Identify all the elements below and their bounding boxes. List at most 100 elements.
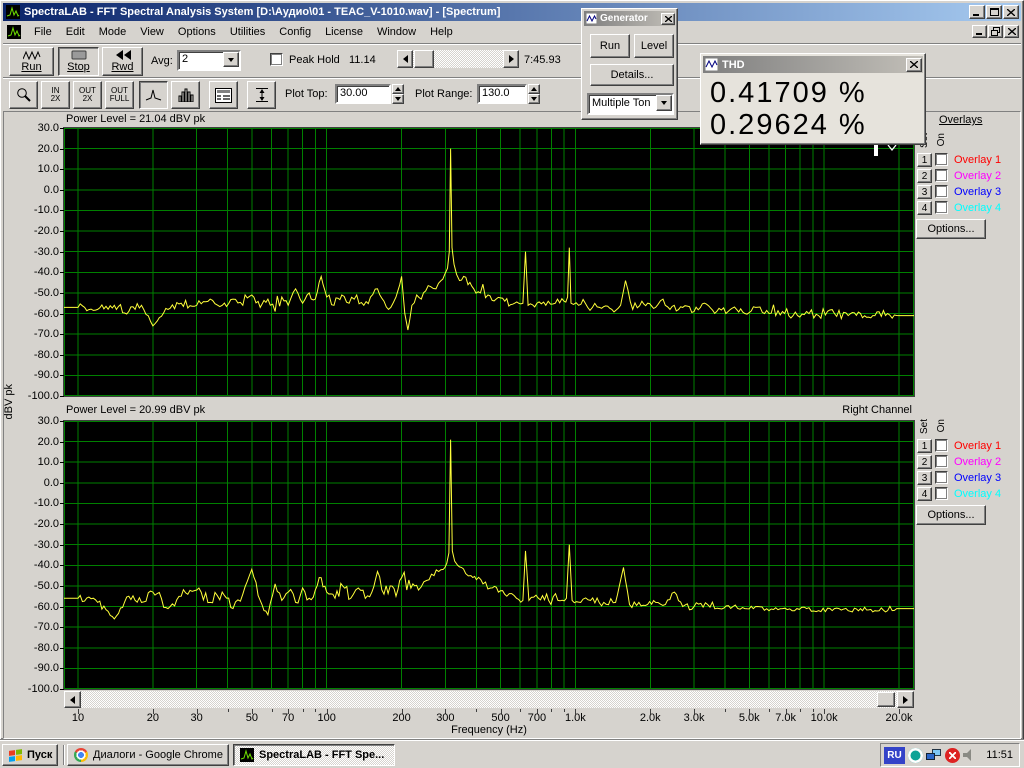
menu-item-help[interactable]: Help (423, 23, 460, 41)
close-button[interactable] (1003, 5, 1019, 19)
zoom-button[interactable] (9, 81, 38, 109)
plot-range-spinner[interactable] (528, 84, 540, 104)
child-close-button[interactable] (1004, 25, 1019, 38)
app-icon (6, 5, 20, 19)
avg-combobox[interactable]: 2 (177, 50, 241, 71)
plot-top-field[interactable]: 30.00 (335, 84, 391, 104)
y-axis-label: -30.0 (1, 246, 59, 258)
menu-item-mode[interactable]: Mode (92, 23, 134, 41)
overlay-set-button-4-left[interactable]: 4 (917, 201, 932, 215)
plot-range-field[interactable]: 130.0 (477, 84, 527, 104)
overlay-on-checkbox-4-left[interactable] (935, 201, 948, 214)
scale-range-button[interactable] (247, 81, 276, 109)
main-window-titlebar[interactable]: SpectraLAB - FFT Spectral Analysis Syste… (3, 3, 1021, 21)
desktop: SpectraLAB - FFT Spectral Analysis Syste… (0, 0, 1024, 768)
menu-item-config[interactable]: Config (272, 23, 318, 41)
thd-titlebar[interactable]: THD (703, 56, 923, 73)
zoom-out-2x-button[interactable]: OUT 2X (73, 81, 102, 109)
bar-plot-mode-button[interactable] (171, 81, 200, 109)
child-restore-button[interactable] (988, 25, 1003, 38)
tray-app-icon[interactable] (908, 748, 923, 763)
seek-thumb[interactable] (414, 50, 434, 68)
zoom-out-full-button[interactable]: OUT FULL (105, 81, 134, 109)
tray-security-alert-icon[interactable] (945, 748, 960, 763)
menu-item-license[interactable]: License (318, 23, 370, 41)
generator-titlebar[interactable]: Generator (584, 11, 675, 26)
overlay-set-button-2-left[interactable]: 2 (917, 169, 932, 183)
peak-hold-label: Peak Hold (289, 54, 340, 66)
overlay-set-button-1-left[interactable]: 1 (917, 153, 932, 167)
overlay-options-button-left[interactable]: Options... (916, 219, 986, 239)
display-options-button[interactable] (209, 81, 238, 109)
overlay-set-button-3-right[interactable]: 3 (917, 471, 932, 485)
overlay-on-checkbox-4-right[interactable] (935, 487, 948, 500)
maximize-button[interactable] (986, 5, 1002, 19)
menu-item-utilities[interactable]: Utilities (223, 23, 272, 41)
overlay-on-checkbox-3-left[interactable] (935, 185, 948, 198)
zoom-in-2x-button[interactable]: IN 2X (41, 81, 70, 109)
y-axis-tick (60, 503, 64, 504)
overlay-set-button-3-left[interactable]: 3 (917, 185, 932, 199)
overlay-label-4-right: Overlay 4 (954, 488, 1001, 500)
minimize-button[interactable] (969, 5, 985, 19)
overlay-on-checkbox-3-right[interactable] (935, 471, 948, 484)
generator-signal-combobox[interactable]: Multiple Ton (587, 93, 674, 115)
generator-run-button[interactable]: Run (590, 34, 630, 58)
y-axis-label: -60.0 (1, 308, 59, 320)
plot-top-spinner[interactable] (392, 84, 404, 104)
generator-details-button[interactable]: Details... (590, 64, 674, 86)
menu-item-window[interactable]: Window (370, 23, 423, 41)
stop-button[interactable]: Stop (58, 47, 99, 76)
overlay-options-button-right[interactable]: Options... (916, 505, 986, 525)
peak-hold-checkbox[interactable] (270, 53, 283, 66)
menu-item-file[interactable]: File (27, 23, 59, 41)
generator-level-button[interactable]: Level (634, 34, 674, 58)
avg-label: Avg: (151, 55, 173, 67)
overlay-on-checkbox-2-left[interactable] (935, 169, 948, 182)
tray-network-icon[interactable] (926, 748, 942, 763)
line-plot-mode-button[interactable] (139, 81, 168, 109)
spectrum-plot-right[interactable] (64, 421, 914, 689)
y-axis-tick (60, 421, 64, 422)
taskbar-task-2[interactable]: SpectraLAB - FFT Spe... (233, 744, 395, 766)
seek-right-arrow[interactable] (503, 50, 519, 68)
total-time: 7:45.93 (524, 54, 561, 66)
overlay-on-checkbox-1-right[interactable] (935, 439, 948, 452)
document-icon[interactable] (7, 25, 21, 39)
tray-volume-icon[interactable] (963, 749, 975, 761)
overlay-set-button-4-right[interactable]: 4 (917, 487, 932, 501)
overlay-on-checkbox-1-left[interactable] (935, 153, 948, 166)
language-indicator[interactable]: RU (884, 747, 905, 764)
run-button[interactable]: Run (9, 47, 54, 76)
bars-icon (178, 88, 194, 102)
menu-item-edit[interactable]: Edit (59, 23, 92, 41)
taskbar-task-1[interactable]: Диалоги - Google Chrome (67, 744, 229, 766)
freq-scroll-right-arrow[interactable] (897, 691, 914, 708)
start-button[interactable]: Пуск (2, 744, 58, 766)
y-axis-tick (60, 314, 64, 315)
generator-close-button[interactable] (661, 13, 675, 25)
rewind-button[interactable]: Rwd (102, 47, 143, 76)
overlay-on-checkbox-2-right[interactable] (935, 455, 948, 468)
freq-scroll-left-arrow[interactable] (64, 691, 81, 708)
child-minimize-button[interactable] (972, 25, 987, 38)
avg-dropdown-arrow[interactable] (223, 52, 239, 67)
generator-signal-dropdown-arrow[interactable] (656, 95, 672, 111)
tray-clock[interactable]: 11:51 (986, 749, 1013, 761)
menu-item-view[interactable]: View (133, 23, 171, 41)
power-level-label-left: Power Level = 21.04 dBV pk (66, 113, 205, 125)
y-axis-label: -20.0 (1, 225, 59, 237)
y-axis-label: 20.0 (1, 436, 59, 448)
x-axis-label: 20.0k (871, 712, 927, 724)
seek-track[interactable] (413, 50, 503, 68)
freq-scroll-track[interactable] (81, 691, 897, 708)
overlay-label-4-left: Overlay 4 (954, 202, 1001, 214)
spectrum-plot-left[interactable] (64, 128, 914, 396)
thd-close-button[interactable] (906, 58, 922, 72)
menu-item-options[interactable]: Options (171, 23, 223, 41)
freq-scroll-thumb[interactable] (877, 692, 895, 707)
overlay-set-button-1-right[interactable]: 1 (917, 439, 932, 453)
overlay-set-button-2-right[interactable]: 2 (917, 455, 932, 469)
seek-left-arrow[interactable] (397, 50, 413, 68)
rewind-icon (115, 50, 131, 60)
